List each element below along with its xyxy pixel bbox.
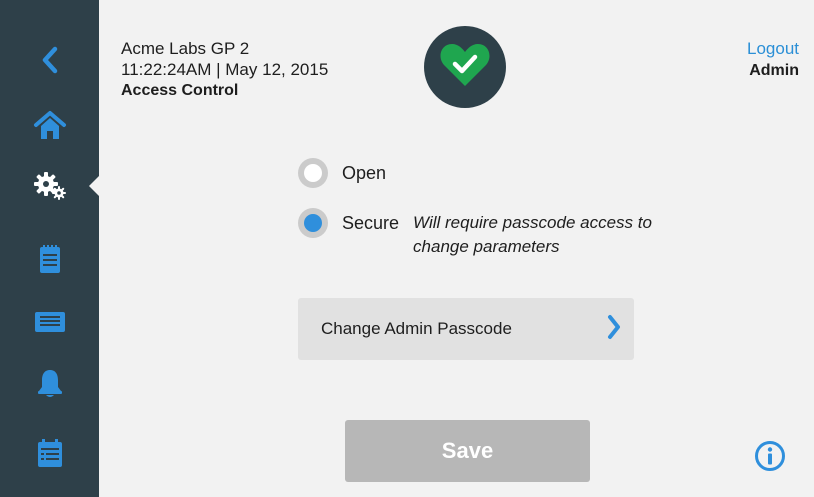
radio-open-label: Open [342, 163, 387, 183]
sidebar-item-home[interactable] [0, 98, 99, 154]
sidebar-item-notes[interactable] [0, 231, 99, 287]
header-info: Acme Labs GP 2 11:22:24AM | May 12, 2015… [121, 38, 328, 101]
chevron-left-icon [41, 46, 59, 74]
sidebar-item-settings[interactable] [0, 158, 100, 214]
logout-link[interactable]: Logout [747, 38, 799, 59]
device-name: Acme Labs GP 2 [121, 39, 250, 58]
radio-secure-label: Secure [342, 213, 400, 233]
secure-note: Will require passcode access to change p… [413, 213, 652, 256]
change-passcode-button[interactable]: Change Admin Passcode [298, 298, 634, 360]
info-button[interactable] [754, 440, 786, 472]
page-title: Access Control [121, 82, 239, 99]
bell-icon [37, 368, 63, 398]
calendar-list-icon [37, 438, 63, 468]
radio-open-button[interactable] [298, 158, 328, 188]
sidebar [0, 0, 100, 497]
access-control-screen: Acme Labs GP 2 11:22:24AM | May 12, 2015… [0, 0, 814, 497]
radio-secure-button[interactable] [298, 208, 328, 238]
home-icon [33, 110, 67, 142]
monitor-icon [34, 311, 66, 333]
save-button[interactable]: Save [345, 420, 590, 482]
user-role: Admin [749, 62, 799, 79]
sidebar-item-log[interactable] [0, 425, 99, 481]
status-badge [424, 26, 506, 108]
datetime: 11:22:24AM | May 12, 2015 [121, 60, 329, 79]
main-content: Acme Labs GP 2 11:22:24AM | May 12, 2015… [99, 0, 814, 497]
change-passcode-label: Change Admin Passcode [321, 319, 512, 338]
chevron-right-icon [606, 314, 622, 345]
back-button[interactable] [0, 32, 99, 88]
sidebar-item-alerts[interactable] [0, 355, 99, 411]
sidebar-item-display[interactable] [0, 294, 99, 350]
radio-secure[interactable]: Secure Will require passcode access to c… [298, 208, 703, 259]
gears-icon [33, 171, 67, 201]
notepad-icon [39, 244, 61, 274]
radio-open[interactable]: Open [298, 158, 386, 188]
info-icon [754, 441, 786, 476]
heart-check-icon [439, 42, 491, 93]
